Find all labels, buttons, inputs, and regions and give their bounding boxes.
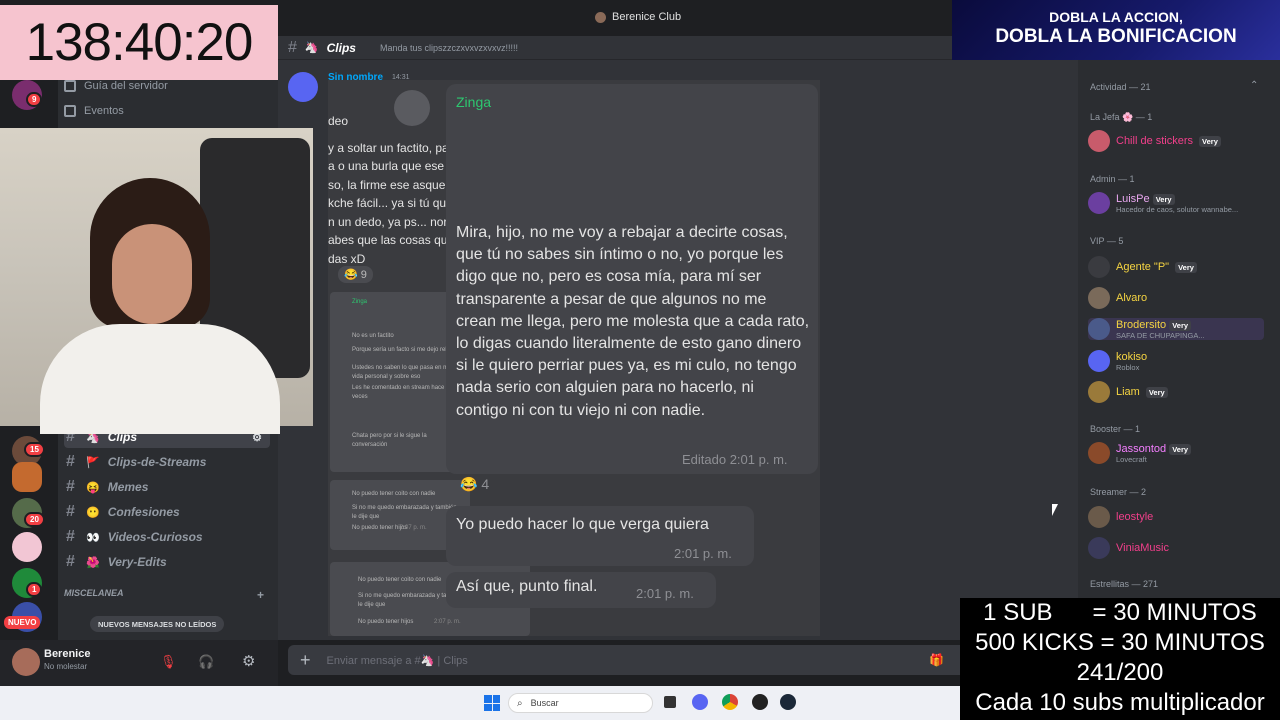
chevron-up-icon[interactable]: ⌃ — [1250, 80, 1258, 91]
avatar — [1088, 130, 1110, 152]
calendar-icon — [64, 105, 76, 117]
member-item[interactable]: Chill de stickers Very — [1088, 130, 1221, 152]
category-header[interactable]: MISCELANEA + — [64, 588, 264, 602]
server-guide-link[interactable]: Guía del servidor — [64, 80, 168, 92]
events-link[interactable]: Eventos — [64, 105, 124, 117]
window-title: Berenice Club — [595, 11, 681, 23]
avatar — [1088, 287, 1110, 309]
avatar — [1088, 506, 1110, 528]
server-icon-berenice[interactable] — [12, 462, 42, 492]
steam-icon[interactable] — [780, 694, 796, 710]
new-badge: NUEVO — [4, 616, 41, 629]
discord-avatar[interactable] — [288, 72, 318, 102]
text-channel-icon: # — [66, 528, 75, 545]
avatar[interactable] — [12, 648, 40, 676]
server-icon — [595, 11, 606, 23]
channel-clips-de-streams[interactable]: # 🚩 Clips-de-Streams — [64, 451, 270, 473]
member-item[interactable]: leostyle — [1088, 506, 1153, 528]
member-item[interactable]: Agente "P" Very — [1088, 256, 1197, 278]
avatar — [1088, 318, 1110, 340]
taskbar-search[interactable]: ⌕ Buscar — [508, 693, 653, 713]
avatar — [1088, 350, 1110, 372]
user-status: No molestar — [44, 662, 88, 671]
user-panel: Berenice No molestar 🎙 🎧 ⚙ — [0, 640, 278, 686]
member-item[interactable]: kokiso Roblox — [1088, 350, 1147, 372]
reply-text: Yo puedo hacer lo que verga quiera — [456, 516, 709, 533]
reaction[interactable]: 😂 9 — [338, 266, 373, 283]
windows-start-icon[interactable] — [484, 695, 500, 711]
avatar — [394, 90, 430, 126]
subathon-rules: 1 SUB = 30 MINUTOS 500 KICKS = 30 MINUTO… — [960, 598, 1280, 720]
quoted-message-text: Mira, hijo, no me voy a rebajar a decirt… — [456, 224, 810, 419]
text-channel-icon: # — [66, 553, 75, 570]
reply-text: Así que, punto final. — [456, 578, 598, 595]
unread-messages-banner[interactable]: NUEVOS MENSAJES NO LEÍDOS — [90, 616, 225, 632]
obs-icon[interactable] — [752, 694, 768, 710]
unread-badge: 20 — [24, 512, 45, 527]
avatar — [1088, 442, 1110, 464]
chrome-icon[interactable] — [722, 694, 738, 710]
deafen-icon[interactable]: 🎧 — [198, 654, 214, 670]
task-view-icon[interactable] — [664, 696, 676, 708]
reaction: 😂 4 — [460, 476, 490, 492]
stream-timer: 138:40:20 — [0, 5, 278, 80]
gift-icon[interactable]: 🎁 — [929, 653, 944, 667]
username: Berenice — [44, 648, 91, 660]
promo-banner: DOBLA LA ACCION, DOBLA LA BONIFICACION — [952, 0, 1280, 60]
channel-memes[interactable]: # 😝 Memes — [64, 476, 270, 498]
member-list: Actividad — 21 ⌃ La Jefa 🌸 — 1 Chill de … — [1078, 36, 1280, 640]
guide-icon — [64, 80, 76, 92]
unread-badge: 15 — [24, 442, 45, 457]
text-channel-icon: # — [288, 38, 297, 56]
message-composer[interactable]: + Enviar mensaje a #🦄 | Clips 🎁 — [288, 645, 968, 675]
add-attachment-icon[interactable]: + — [300, 650, 311, 671]
quoted-author: Zinga — [456, 94, 492, 110]
reply-time: 2:01 p. m. — [636, 586, 694, 601]
activity-header: Actividad — 21 — [1090, 82, 1151, 92]
plus-icon[interactable]: + — [257, 588, 264, 602]
avatar — [1088, 381, 1110, 403]
server-icon-hello-kitty[interactable] — [12, 532, 42, 562]
shirt — [40, 324, 280, 434]
channel-very-edits[interactable]: # 🌺 Very-Edits — [64, 551, 270, 573]
message-input[interactable]: Enviar mensaje a #🦄 | Clips — [327, 654, 468, 667]
mute-icon[interactable]: 🎙 — [160, 654, 177, 670]
channel-confesiones[interactable]: # 😶 Confesiones — [64, 501, 270, 523]
channel-videos-curiosos[interactable]: # 👀 Videos-Curiosos — [64, 526, 270, 548]
member-item[interactable]: Jassontod Very Lovecraft — [1088, 442, 1192, 464]
member-item[interactable]: Brodersito Very SAFA DE CHUPAPINGA... — [1088, 318, 1264, 340]
webcam-feed — [0, 128, 313, 434]
text-channel-icon: # — [66, 503, 75, 520]
unread-badge: 9 — [26, 92, 43, 107]
avatar — [1088, 256, 1110, 278]
avatar — [1088, 192, 1110, 214]
avatar — [1088, 537, 1110, 559]
search-icon: ⌕ — [517, 697, 523, 709]
member-item[interactable]: Liam Very — [1088, 381, 1168, 403]
face — [112, 224, 192, 324]
member-item[interactable]: Alvaro — [1088, 287, 1147, 309]
unread-badge: 1 — [26, 582, 43, 597]
channel-name: Clips — [326, 40, 356, 55]
channel-topic: Manda tus clipszzczxvxvzxvxvz!!!!! — [379, 42, 518, 53]
member-item[interactable]: LuisPe Very Hacedor de caos, solutor wan… — [1088, 192, 1238, 214]
text-channel-icon: # — [66, 478, 75, 495]
mouse-cursor-icon — [1052, 504, 1058, 516]
user-settings-icon[interactable]: ⚙ — [242, 652, 255, 670]
text-channel-icon: # — [66, 453, 75, 470]
reply-time: 2:01 p. m. — [674, 546, 732, 561]
edited-label: Editado 2:01 p. m. — [682, 452, 788, 467]
discord-app-icon[interactable] — [692, 694, 708, 710]
member-item[interactable]: ViniaMusic — [1088, 537, 1169, 559]
